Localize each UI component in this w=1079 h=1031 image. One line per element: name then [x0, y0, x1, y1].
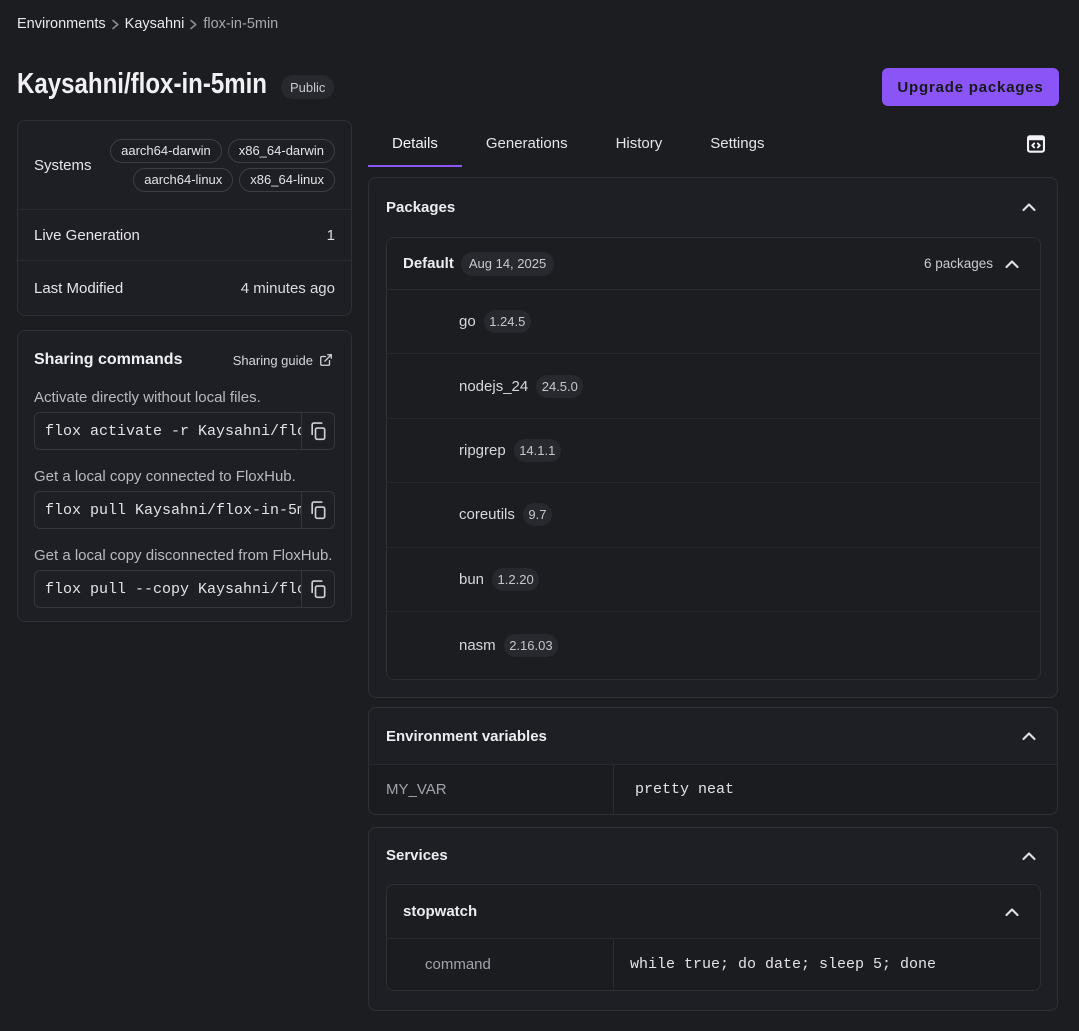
svg-text:Kaysahni/flox-in-5min: Kaysahni/flox-in-5min [17, 68, 267, 100]
